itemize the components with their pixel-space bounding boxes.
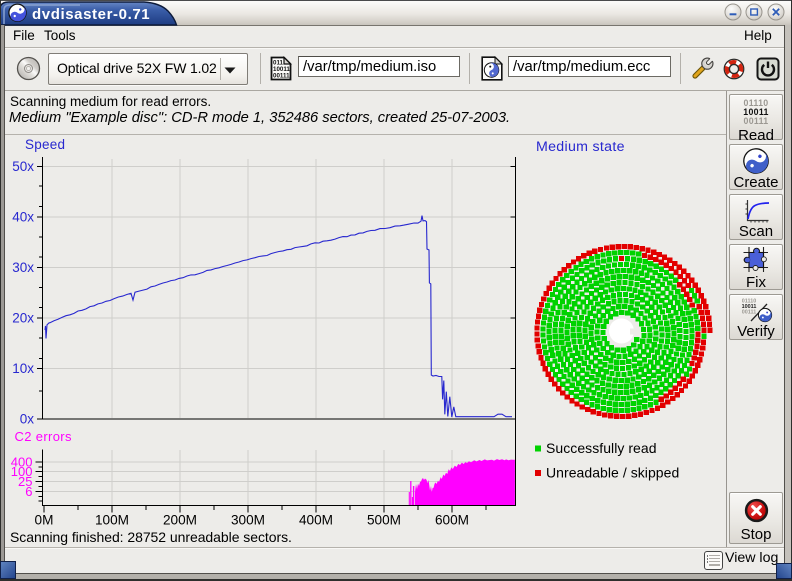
svg-text:Medium state: Medium state: [536, 139, 625, 155]
svg-text:40x: 40x: [12, 209, 34, 224]
svg-text:600M: 600M: [435, 513, 469, 528]
svg-text:30x: 30x: [12, 260, 34, 275]
svg-text:0M: 0M: [35, 513, 54, 528]
svg-text:200M: 200M: [163, 513, 197, 528]
svg-text:500M: 500M: [367, 513, 401, 528]
svg-text:6: 6: [25, 484, 32, 499]
svg-text:10x: 10x: [12, 361, 34, 376]
svg-text:100M: 100M: [95, 513, 129, 528]
svg-text:00111: 00111: [273, 72, 290, 79]
svg-text:400M: 400M: [299, 513, 333, 528]
svg-text:Unreadable / skipped: Unreadable / skipped: [546, 465, 679, 481]
svg-text:dvdisaster-0.71: dvdisaster-0.71: [32, 6, 150, 23]
svg-text:20x: 20x: [12, 310, 34, 325]
svg-text:0x: 0x: [20, 412, 35, 427]
svg-text:00111: 00111: [742, 309, 756, 315]
svg-text:Successfully read: Successfully read: [546, 440, 657, 456]
svg-text:300M: 300M: [231, 513, 265, 528]
svg-text:00111: 00111: [744, 116, 769, 126]
svg-text:C2 errors: C2 errors: [15, 429, 72, 444]
svg-text:Speed: Speed: [25, 137, 65, 152]
svg-text:50x: 50x: [12, 159, 34, 174]
